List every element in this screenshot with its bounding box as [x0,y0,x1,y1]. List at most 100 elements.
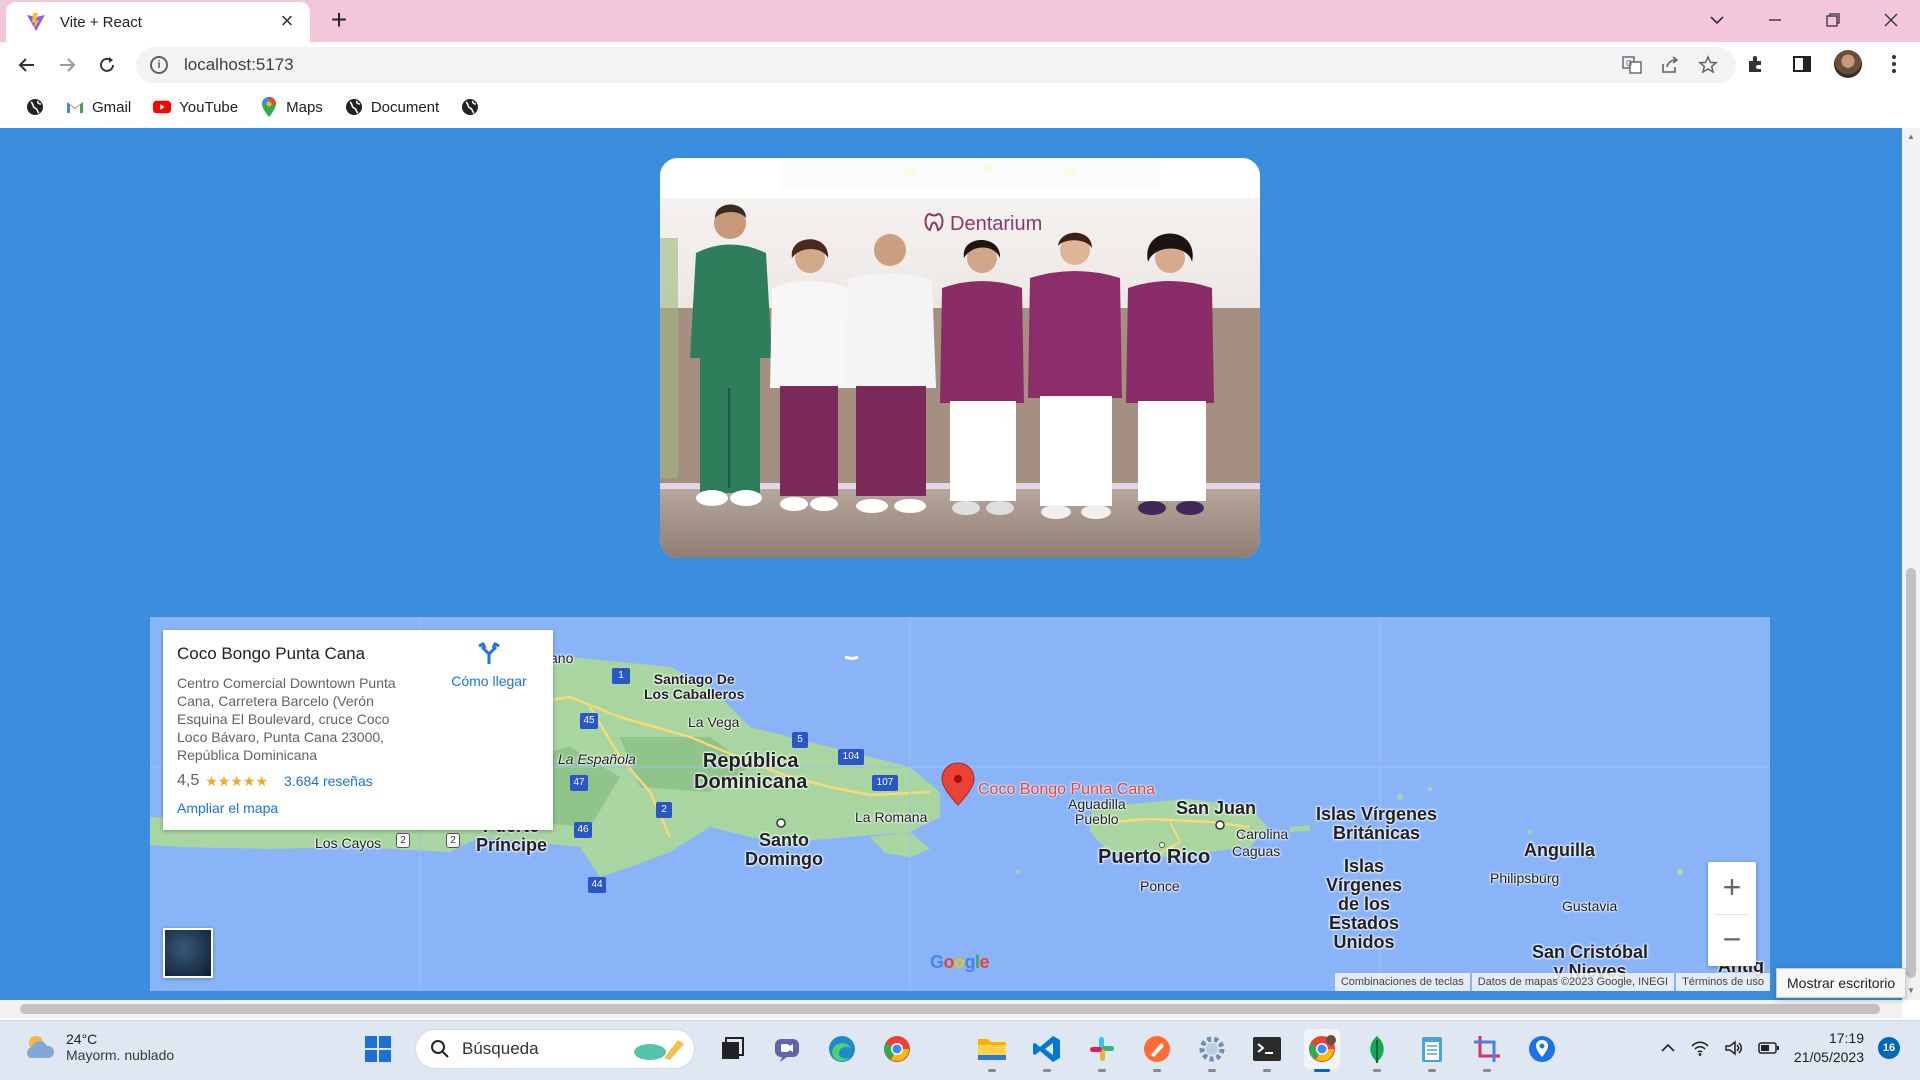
bookmark-document[interactable]: Document [337,94,447,120]
notepad-app[interactable] [1414,1029,1450,1072]
route-shield: 46 [574,822,592,838]
restore-icon[interactable] [1804,0,1862,40]
zoom-divider [1716,914,1748,915]
extensions-icon[interactable] [1740,48,1772,80]
bookmark-youtube[interactable]: YouTube [145,94,246,120]
route-shield: 5 [792,732,808,748]
new-tab-button[interactable]: + [326,6,352,34]
terms-link[interactable]: Términos de uso [1676,973,1770,991]
teams-app[interactable] [769,1029,805,1069]
file-explorer-app[interactable] [974,1029,1010,1072]
reload-icon[interactable] [92,50,122,80]
minimize-icon[interactable] [1746,0,1804,40]
bookmark-label: Document [370,98,440,116]
volume-icon[interactable] [1724,1039,1744,1057]
enlarge-map-link[interactable]: Ampliar el mapa [177,800,278,816]
directions-button[interactable]: Cómo llegar [439,641,539,689]
browser-toolbar: i localhost:5173 G [0,42,1920,88]
chrome-icon [1309,1035,1336,1062]
clock[interactable]: 17:19 21/05/2023 [1794,1029,1864,1067]
snipping-tool-app[interactable] [1469,1029,1505,1072]
wifi-icon[interactable] [1690,1039,1710,1057]
battery-icon[interactable] [1758,1041,1780,1055]
satellite-layer-toggle[interactable] [163,928,213,978]
share-icon[interactable] [1660,55,1680,75]
chrome-profile-app[interactable] [1304,1029,1340,1072]
bookmark-star-icon[interactable] [1698,55,1718,75]
notepad-icon [1422,1037,1442,1062]
close-tab-icon[interactable]: × [276,10,298,33]
close-window-icon[interactable] [1862,0,1920,40]
scroll-thumb[interactable] [20,1004,1880,1014]
bookmark-label: Maps [286,98,323,116]
pin-label[interactable]: Coco Bongo Punta Cana [978,781,1155,799]
leaf-icon [1370,1036,1384,1063]
teams-chat-icon [775,1039,799,1062]
route-shield: 2 [396,833,410,848]
postman-icon [1144,1036,1170,1062]
postman-app[interactable] [1139,1029,1175,1072]
bookmark-maps[interactable]: Maps [252,94,331,120]
bookmark-globe-1[interactable] [18,94,52,120]
chrome-app[interactable] [879,1029,915,1069]
maps-app[interactable] [1524,1029,1560,1069]
menu-icon[interactable] [1878,48,1910,80]
svg-text:G: G [1626,59,1632,68]
mongodb-compass-app[interactable] [1359,1029,1395,1072]
embedded-map[interactable]: 1 45 5 104 47 107 2 46 44 2 2 ano Santia… [150,617,1770,991]
route-shield: 107 [872,775,898,791]
taskbar-apps: Búsqueda [360,1029,1560,1072]
tab-search-icon[interactable] [1688,0,1746,40]
reviews-link[interactable]: 3.684 reseñas [284,773,373,789]
scroll-up-icon[interactable]: ▲ [1906,132,1916,142]
map-label: ano [550,650,574,666]
scroll-down-icon[interactable]: ▼ [1906,986,1916,996]
directions-label: Cómo llegar [451,673,527,689]
map-label: San Juan [1176,798,1257,818]
running-indicator [1314,1069,1330,1072]
task-view-icon [722,1037,744,1059]
site-info-icon[interactable]: i [150,56,168,74]
address-bar[interactable]: i localhost:5173 G [136,47,1736,83]
browser-tab[interactable]: Vite + React × [6,2,310,42]
vscode-app[interactable] [1029,1029,1065,1072]
notification-badge[interactable]: 16 [1878,1037,1900,1059]
bookmark-label: YouTube [179,98,239,116]
chevron-up-icon[interactable] [1660,1040,1676,1056]
settings-app[interactable] [1194,1029,1230,1072]
translate-icon[interactable]: G [1622,55,1642,75]
folder-icon [978,1039,1006,1060]
edge-app[interactable] [824,1029,860,1069]
bookmark-globe-2[interactable] [453,94,487,120]
dental-team-image: Dentarium [660,158,1260,558]
horizontal-scrollbar[interactable] [0,1000,1902,1018]
start-button[interactable] [360,1029,396,1069]
taskbar-search[interactable]: Búsqueda [415,1029,695,1069]
rating-value: 4,5 [177,772,200,789]
zoom-in-button[interactable]: + [1708,862,1756,914]
slack-app[interactable] [1084,1029,1120,1072]
gear-icon [1199,1036,1225,1062]
running-indicator [1263,1069,1271,1072]
weather-widget[interactable]: 24°C Mayorm. nublado [22,1031,174,1063]
vertical-scrollbar[interactable]: ▲ ▼ [1902,128,1920,1000]
running-indicator [1483,1069,1491,1072]
back-icon[interactable] [12,50,42,80]
running-indicator [1098,1069,1106,1072]
partly-cloudy-icon [27,1036,55,1058]
profile-avatar[interactable] [1832,48,1864,80]
bookmark-gmail[interactable]: Gmail [58,94,139,120]
zoom-control: + − [1708,862,1756,966]
scroll-thumb[interactable] [1906,568,1916,978]
side-panel-icon[interactable] [1786,48,1818,80]
keyboard-shortcuts-link[interactable]: Combinaciones de teclas [1334,973,1470,991]
map-label: Santo Domingo [745,830,823,869]
google-logo: Google [930,952,990,972]
maps-icon [260,97,278,117]
forward-icon[interactable] [52,50,82,80]
terminal-app[interactable] [1249,1029,1285,1072]
avatar [1834,50,1862,78]
bookmark-label: Gmail [92,98,132,116]
zoom-out-button[interactable]: − [1708,914,1756,966]
task-view-button[interactable] [714,1029,750,1069]
